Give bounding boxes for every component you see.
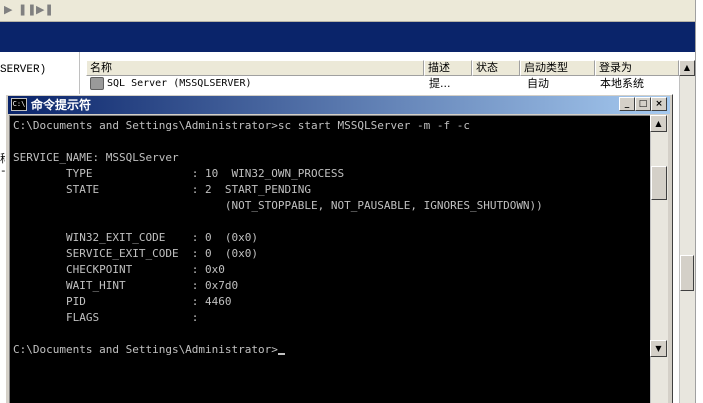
text-cursor (277, 353, 285, 355)
media-toolbar: ▶ ❚❚ ▶❚ (0, 0, 703, 22)
service-name-cell[interactable]: SQL Server (MSSQLSERVER) (104, 77, 404, 91)
console-line: FLAGS : (13, 311, 199, 324)
maximize-button[interactable]: □ (635, 97, 651, 111)
close-button[interactable]: × (651, 97, 667, 111)
console-scroll-up-button[interactable]: ▲ (650, 115, 667, 132)
console-line: TYPE : 10 WIN32_OWN_PROCESS (13, 167, 345, 180)
minimize-button[interactable]: _ (619, 97, 635, 111)
column-header-status[interactable]: 状态 (472, 60, 520, 76)
console-prompt: C:\Documents and Settings\Administrator> (13, 343, 278, 356)
left-panel-label: SERVER) (0, 64, 47, 76)
console-output[interactable]: C:\Documents and Settings\Administrator>… (9, 115, 650, 403)
pause-icon[interactable]: ❚❚ (18, 3, 36, 16)
play-icon[interactable]: ▶ (4, 3, 12, 16)
console-line: CHECKPOINT : 0x0 (13, 263, 225, 276)
console-line: WIN32_EXIT_CODE : 0 (0x0) (13, 231, 259, 244)
console-scrollbar[interactable] (650, 115, 668, 403)
console-line: SERVICE_EXIT_CODE : 0 (0x0) (13, 247, 259, 260)
console-line: SERVICE_NAME: MSSQLServer (13, 151, 179, 164)
console-line: PID : 4460 (13, 295, 232, 308)
play-pause-icon[interactable]: ▶❚ (36, 3, 54, 16)
column-header-log-on-as[interactable]: 登录为 (595, 60, 679, 76)
column-header-name[interactable]: 名称 (86, 60, 424, 76)
window-edge (695, 0, 703, 403)
console-prompt-line[interactable]: C:\Documents and Settings\Administrator> (13, 342, 285, 358)
services-scroll-up-button[interactable]: ▲ (679, 60, 695, 76)
console-line: WAIT_HINT : 0x7d0 (13, 279, 239, 292)
service-description-cell: 提... (429, 77, 451, 90)
console-scroll-thumb[interactable] (651, 166, 667, 200)
service-log-on-as-cell: 本地系统 (600, 77, 644, 90)
console-line: STATE : 2 START_PENDING (13, 183, 312, 196)
command-prompt-titlebar[interactable] (8, 96, 670, 114)
services-header-band (0, 22, 695, 52)
console-line: C:\Documents and Settings\Administrator>… (13, 119, 470, 132)
console-line: (NOT_STOPPABLE, NOT_PAUSABLE, IGNORES_SH… (13, 199, 543, 212)
service-startup-type-cell: 自动 (527, 77, 549, 90)
window-title: 命令提示符 (31, 98, 92, 112)
services-scroll-thumb[interactable] (680, 255, 694, 291)
service-gear-icon (90, 77, 104, 90)
console-icon[interactable]: C:\ (11, 98, 27, 111)
services-scrollbar[interactable] (679, 60, 695, 403)
column-header-description[interactable]: 描述 (424, 60, 472, 76)
column-header-startup-type[interactable]: 启动类型 (520, 60, 595, 76)
console-scroll-down-button[interactable]: ▼ (650, 340, 667, 357)
